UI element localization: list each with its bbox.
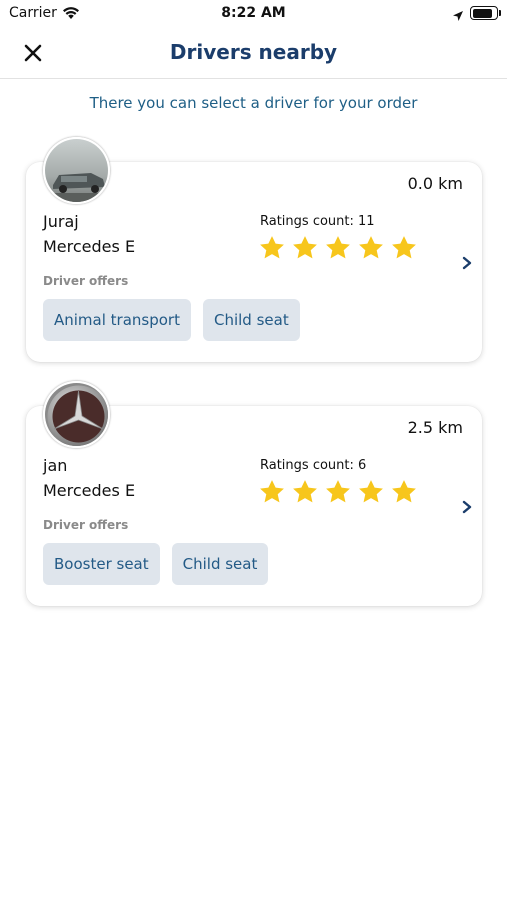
driver-name: Juraj: [43, 212, 79, 231]
driver-offers-label: Driver offers: [43, 274, 129, 288]
ratings-count: Ratings count: 11: [260, 214, 375, 229]
driver-card[interactable]: 2.5 km jan Mercedes E Ratings count: 6 D…: [26, 381, 482, 606]
battery-icon: [470, 6, 498, 20]
driver-car: Mercedes E: [43, 481, 136, 500]
driver-avatar: [43, 381, 110, 448]
battery-level: [472, 8, 493, 18]
driver-distance: 0.0 km: [407, 174, 463, 193]
star-icon: [293, 480, 317, 503]
star-icon: [392, 480, 416, 503]
star-rating: [258, 478, 418, 506]
battery-cap: [499, 10, 501, 16]
page-subtitle: There you can select a driver for your o…: [89, 94, 418, 112]
star-rating: [258, 234, 418, 262]
star-icon: [359, 236, 383, 259]
driver-card[interactable]: 0.0 km Juraj Mercedes E Ratings count: 1…: [26, 137, 482, 362]
driver-avatar: [43, 137, 110, 204]
star-icon: [260, 236, 284, 259]
star-icon: [326, 480, 350, 503]
driver-offers: Booster seat Child seat: [43, 543, 269, 585]
star-icon: [359, 480, 383, 503]
chevron-right-icon[interactable]: [460, 498, 474, 516]
nav-bar: Drivers nearby: [0, 28, 507, 79]
driver-distance: 2.5 km: [407, 418, 463, 437]
star-icon: [293, 236, 317, 259]
driver-car: Mercedes E: [43, 237, 136, 256]
offer-chip[interactable]: Booster seat: [43, 543, 160, 585]
star-icon: [326, 236, 350, 259]
status-bar: Carrier 8:22 AM: [0, 0, 507, 28]
driver-name: jan: [43, 456, 68, 475]
star-icon: [392, 236, 416, 259]
offer-chip[interactable]: Child seat: [202, 299, 300, 341]
ratings-count: Ratings count: 6: [260, 458, 367, 473]
driver-offers-label: Driver offers: [43, 518, 129, 532]
location-arrow-icon: [452, 7, 464, 26]
page-title: Drivers nearby: [169, 40, 338, 64]
star-icon: [260, 480, 284, 503]
chevron-right-icon[interactable]: [460, 254, 474, 272]
offer-chip[interactable]: Animal transport: [43, 299, 191, 341]
offer-chip[interactable]: Child seat: [171, 543, 269, 585]
driver-offers: Animal transport Child seat: [43, 299, 300, 341]
clock: 8:22 AM: [221, 5, 286, 21]
